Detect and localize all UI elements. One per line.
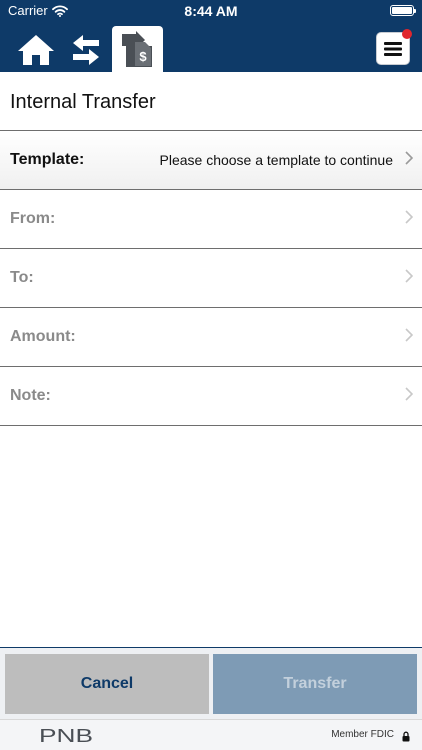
amount-label: Amount: [10, 328, 76, 345]
svg-text:$: $ [139, 49, 147, 64]
template-value: Please choose a template to continue [159, 152, 394, 168]
transfer-arrows-icon[interactable] [66, 32, 106, 68]
transfer-button[interactable]: Transfer [213, 654, 417, 714]
chevron-right-icon [405, 210, 414, 229]
from-label: From: [10, 210, 56, 227]
chevron-right-icon [405, 269, 414, 288]
pnb-logo: PNB [39, 726, 95, 749]
amount-row[interactable]: Amount: [0, 308, 422, 367]
template-row[interactable]: Template: Please choose a template to co… [0, 131, 422, 190]
page-title: Internal Transfer [10, 91, 156, 113]
page-header: Internal Transfer [0, 72, 422, 131]
note-row[interactable]: Note: [0, 367, 422, 426]
lock-icon [402, 729, 410, 747]
from-row[interactable]: From: [0, 190, 422, 249]
footer: PNB Member FDIC [0, 719, 422, 750]
cancel-button[interactable]: Cancel [5, 654, 209, 714]
hamburger-menu-icon [384, 41, 402, 56]
status-bar: Carrier 8:44 AM [0, 0, 422, 22]
to-label: To: [10, 269, 34, 286]
chevron-right-icon [405, 151, 414, 170]
to-row[interactable]: To: [0, 249, 422, 308]
chevron-right-icon [405, 328, 414, 347]
svg-text:PNB: PNB [39, 726, 93, 744]
internal-transfer-icon: $ [121, 31, 152, 67]
chevron-right-icon [405, 387, 414, 406]
app-header: Carrier 8:44 AM $ [0, 0, 422, 72]
notification-badge [402, 29, 412, 39]
template-label: Template: [10, 151, 85, 168]
menu-button[interactable] [376, 29, 412, 65]
note-label: Note: [10, 387, 51, 404]
action-bar: Cancel Transfer [0, 647, 422, 719]
battery-icon [390, 5, 416, 16]
clock: 8:44 AM [184, 3, 238, 19]
internal-transfer-tab[interactable]: $ [112, 26, 163, 72]
home-icon[interactable] [14, 32, 58, 68]
member-fdic-label: Member FDIC [331, 729, 394, 740]
